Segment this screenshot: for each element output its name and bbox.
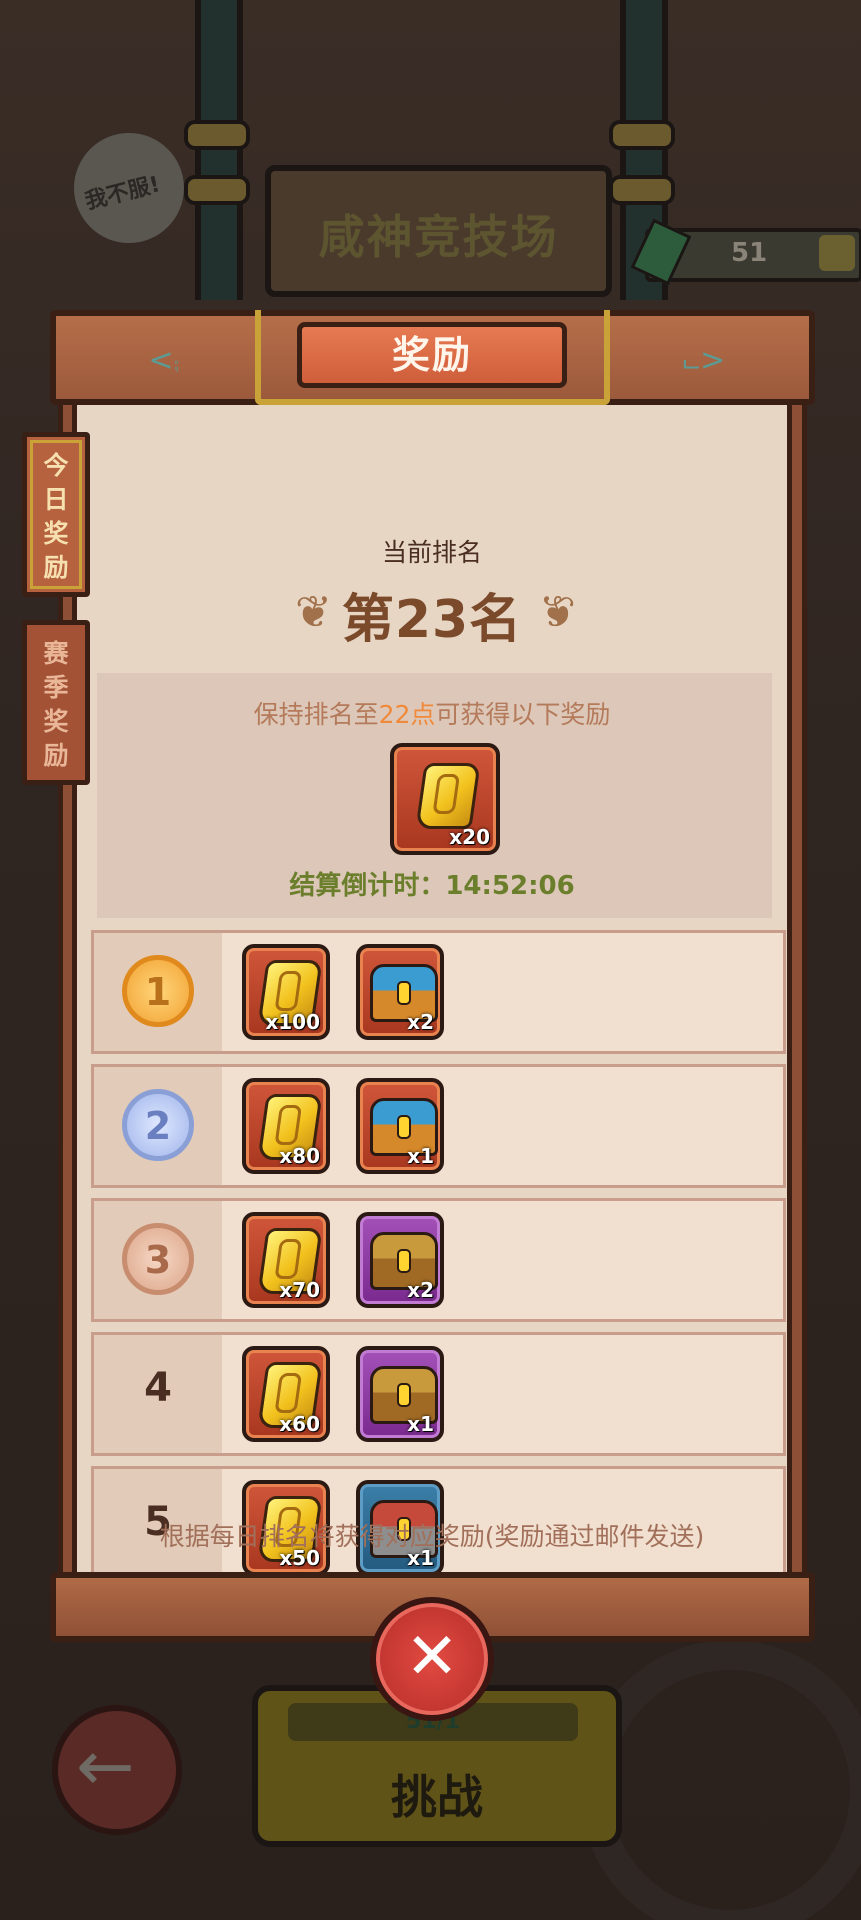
reward-item[interactable]: x80 — [242, 1078, 330, 1174]
arena-title: 咸神竞技场 — [318, 210, 559, 264]
reward-item[interactable]: x2 — [356, 1212, 444, 1308]
current-reward-item[interactable]: x20 — [390, 743, 500, 855]
keep-rank-suffix: 可获得以下奖励 — [435, 700, 611, 729]
reward-row: 2 x80 x1 — [91, 1064, 786, 1188]
fish-icon: ⨽> — [682, 343, 726, 378]
reward-row: 4 x60 x1 — [91, 1332, 786, 1456]
speech-bubble[interactable]: 我不服! — [74, 133, 184, 243]
pole-ring — [184, 120, 250, 150]
tab-label: 今日奖励 — [43, 451, 69, 582]
reward-panel: 当前排名 ❦ 第23名 ❦ 保持排名至22点可获得以下奖励 x20 结算倒计时：… — [72, 405, 792, 1573]
countdown-timer: 结算倒计时：14:52:06 — [289, 871, 575, 901]
rank-cell: 1 — [94, 933, 222, 1051]
reward-qty: x60 — [279, 1412, 320, 1436]
modal-title: 奖励 — [297, 322, 567, 388]
speech-bubble-text: 我不服! — [82, 172, 163, 215]
reward-qty: x80 — [279, 1144, 320, 1168]
tab-label: 赛季奖励 — [43, 639, 69, 770]
keep-rank-time: 22点 — [378, 700, 436, 729]
reward-item[interactable]: x70 — [242, 1212, 330, 1308]
tab-season-reward[interactable]: 赛季奖励 — [22, 620, 90, 785]
challenge-label: 挑战 — [391, 1770, 483, 1824]
bronze-medal-icon: 3 — [122, 1223, 194, 1295]
close-button[interactable]: ✕ — [370, 1597, 494, 1721]
reward-item[interactable]: x100 — [242, 944, 330, 1040]
pole-ring — [609, 175, 675, 205]
plus-icon[interactable] — [819, 235, 855, 271]
close-icon: ✕ — [405, 1620, 459, 1694]
rank-cell: 4 — [94, 1335, 222, 1453]
pole-ring — [609, 120, 675, 150]
rank-number: 4 — [144, 1365, 172, 1411]
title-plate: 奖励 — [255, 310, 610, 410]
reward-qty: x1 — [407, 1144, 434, 1168]
reward-qty: x2 — [407, 1010, 434, 1034]
back-button[interactable]: ← — [52, 1705, 182, 1835]
rank-cell: 3 — [94, 1201, 222, 1319]
gold-scroll-icon — [415, 763, 481, 829]
reward-qty: x20 — [449, 825, 490, 849]
rank-cell: 2 — [94, 1067, 222, 1185]
ticket-count: 51 — [731, 238, 768, 268]
reward-qty: x70 — [279, 1278, 320, 1302]
arena-sign: 咸神竞技场 — [265, 165, 612, 297]
keep-rank-hint: 保持排名至22点可获得以下奖励 — [77, 695, 787, 731]
pole-ring — [184, 175, 250, 205]
current-rank-caption: 当前排名 — [381, 538, 482, 567]
reward-item[interactable]: x2 — [356, 944, 444, 1040]
silver-medal-icon: 2 — [122, 1089, 194, 1161]
laurel-right-icon: ❦ — [539, 587, 576, 638]
back-arrow-icon: ← — [76, 1725, 135, 1807]
reward-qty: x2 — [407, 1278, 434, 1302]
reward-row: 1 x100 x2 — [91, 930, 786, 1054]
banner-pole-left — [195, 0, 243, 300]
gold-medal-icon: 1 — [122, 955, 194, 1027]
reward-item[interactable]: x1 — [356, 1346, 444, 1442]
reward-qty: x1 — [407, 1412, 434, 1436]
current-rank: 第23名 — [341, 590, 523, 650]
tab-today-reward[interactable]: 今日奖励 — [22, 432, 90, 597]
reward-item[interactable]: x60 — [242, 1346, 330, 1442]
reward-item[interactable]: x1 — [356, 1078, 444, 1174]
reward-modal: 当前排名 ❦ 第23名 ❦ 保持排名至22点可获得以下奖励 x20 结算倒计时：… — [22, 310, 815, 1650]
keep-rank-prefix: 保持排名至 — [253, 700, 379, 729]
reward-footnote: 根据每日排名将获得对应奖励(奖励通过邮件发送) — [159, 1522, 705, 1551]
fish-icon: <⨾ — [148, 343, 180, 378]
reward-row: 3 x70 x2 — [91, 1198, 786, 1322]
reward-qty: x100 — [265, 1010, 320, 1034]
